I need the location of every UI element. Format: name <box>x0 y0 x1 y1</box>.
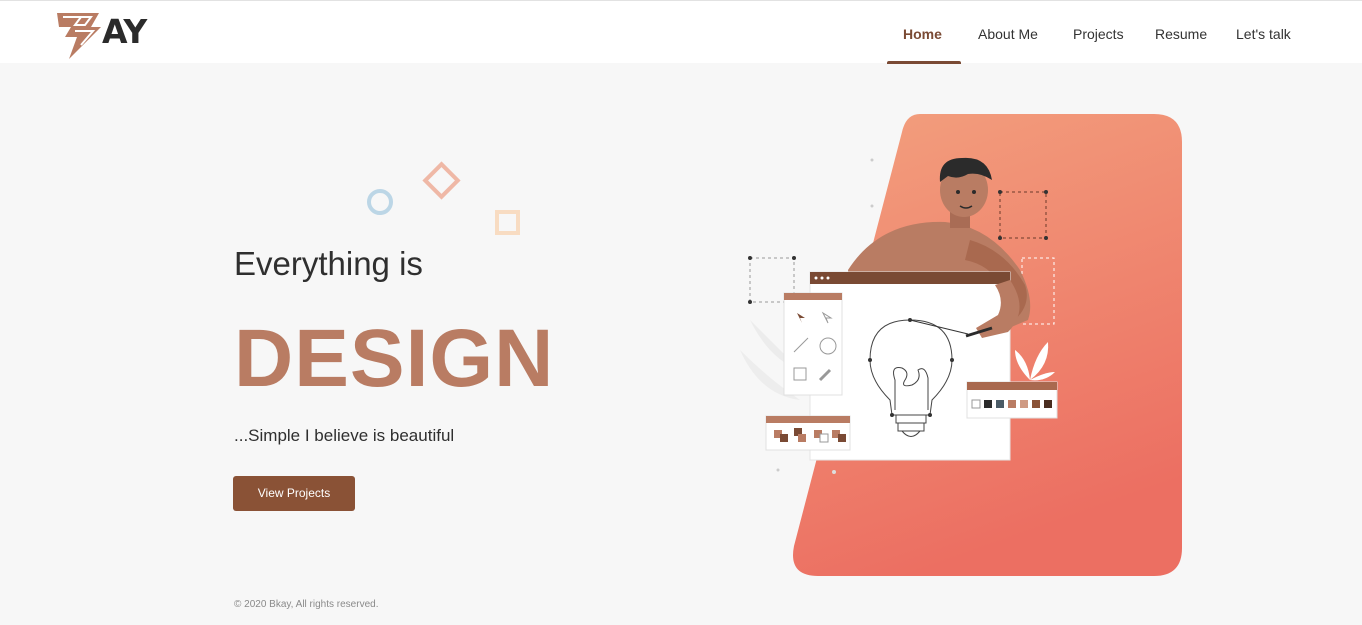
decorative-shapes <box>367 161 520 235</box>
view-projects-button[interactable]: View Projects <box>233 476 355 511</box>
nav-active-indicator <box>887 61 961 64</box>
nav-home[interactable]: Home <box>903 25 942 43</box>
diamond-shape-icon <box>422 161 461 200</box>
footer-copyright: © 2020 Bkay, All rights reserved. <box>234 599 379 610</box>
nav-projects[interactable]: Projects <box>1073 25 1124 43</box>
hero-tagline: ...Simple I believe is beautiful <box>234 426 455 445</box>
hero-headline: DESIGN <box>234 313 555 404</box>
square-shape-icon <box>495 210 520 235</box>
ring-shape-icon <box>367 189 393 215</box>
hero-intro: Everything is <box>234 245 423 282</box>
nav-lets-talk[interactable]: Let's talk <box>1236 25 1291 43</box>
designer-drawing-lightbulb-illustration <box>740 114 1182 576</box>
nav-about-me[interactable]: About Me <box>978 25 1038 43</box>
nav-resume[interactable]: Resume <box>1155 25 1207 43</box>
